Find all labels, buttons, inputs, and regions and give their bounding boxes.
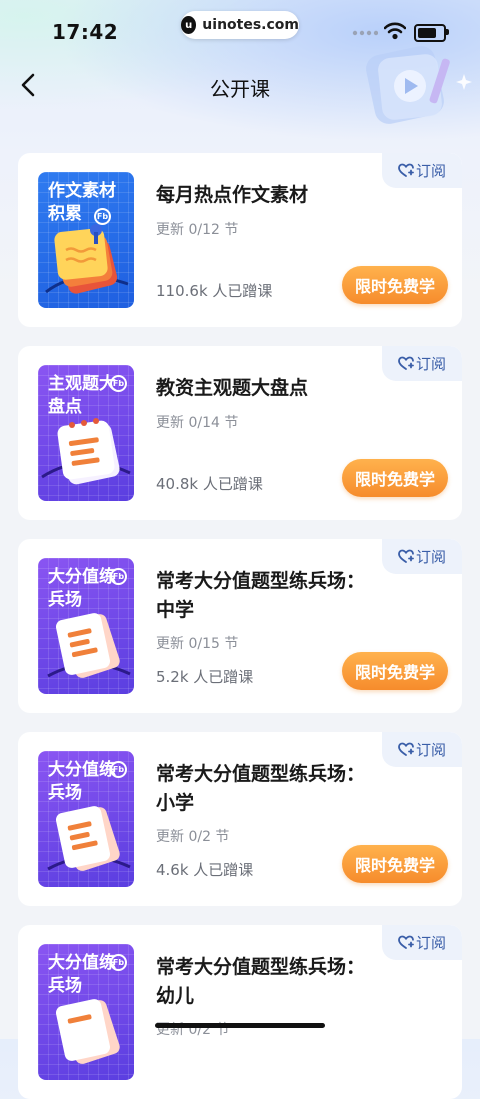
update-progress: 更新 0/2 节 (156, 829, 230, 845)
course-cover[interactable]: 大分值练兵场 Fb (38, 751, 134, 887)
course-cover[interactable]: 作文素材积累 Fb (38, 172, 134, 308)
update-progress: 更新 0/12 节 (156, 222, 239, 238)
course-player-illustration (366, 46, 472, 124)
course-title: 每月热点作文素材 (156, 184, 309, 206)
subscribe-label: 订阅 (415, 162, 446, 180)
student-count: 110.6k 人已蹭课 (156, 282, 273, 300)
update-progress: 更新 0/2 节 (156, 1022, 230, 1038)
course-title: 常考大分值题型练兵场：小学 (156, 763, 366, 814)
notepad-icon (41, 418, 131, 485)
course-card[interactable]: 订阅 作文素材积累 Fb 每月热点作文素材 更新 0/12 节 110.6k 人… (18, 153, 462, 327)
update-progress: 更新 0/14 节 (156, 415, 239, 431)
course-card[interactable]: 订阅 主观题大盘点 Fb 教资主观题大盘点 更新 0/14 节 40.8k 人已… (18, 346, 462, 520)
heart-plus-icon (398, 935, 414, 949)
course-title: 常考大分值题型练兵场：幼儿 (156, 956, 366, 1007)
course-card[interactable]: 订阅 大分值练兵场 Fb 常考大分值题型练兵场：中学 更新 0/15 节 5.2… (18, 539, 462, 713)
subscribe-button[interactable]: 订阅 (382, 925, 462, 960)
student-count: 5.2k 人已蹭课 (156, 668, 254, 686)
free-study-button[interactable]: 限时免费学 (342, 845, 448, 883)
student-count: 4.6k 人已蹭课 (156, 861, 254, 879)
subscribe-button[interactable]: 订阅 (382, 539, 462, 574)
course-title: 常考大分值题型练兵场：中学 (156, 570, 366, 621)
course-card[interactable]: 订阅 大分值练兵场 Fb 常考大分值题型练兵场：小学 更新 0/2 节 4.6k… (18, 732, 462, 906)
subscribe-label: 订阅 (415, 548, 446, 566)
subscribe-label: 订阅 (415, 741, 446, 759)
subscribe-button[interactable]: 订阅 (382, 732, 462, 767)
subscribe-button[interactable]: 订阅 (382, 153, 462, 188)
heart-plus-icon (398, 742, 414, 756)
course-cover[interactable]: 大分值练兵场 Fb (38, 558, 134, 694)
free-study-button[interactable]: 限时免费学 (342, 459, 448, 497)
watermark-text: uinotes.com (202, 17, 299, 33)
watermark-badge: u uinotes.com (181, 11, 299, 39)
subscribe-label: 订阅 (415, 355, 446, 373)
status-time: 17:42 (52, 20, 119, 44)
course-title: 教资主观题大盘点 (156, 377, 309, 399)
papers-icon (55, 999, 120, 1064)
update-progress: 更新 0/15 节 (156, 636, 239, 652)
course-cover[interactable]: 主观题大盘点 Fb (38, 365, 134, 501)
course-card[interactable]: 订阅 大分值练兵场 Fb 常考大分值题型练兵场：幼儿 更新 0/2 节 (18, 925, 462, 1099)
papers-icon (47, 806, 131, 871)
signal-dots-icon (352, 30, 378, 36)
subscribe-label: 订阅 (415, 934, 446, 952)
home-indicator[interactable] (155, 1023, 325, 1028)
heart-plus-icon (398, 549, 414, 563)
battery-tip (446, 29, 449, 35)
student-count: 40.8k 人已蹭课 (156, 475, 263, 493)
heart-plus-icon (398, 356, 414, 370)
free-study-button[interactable]: 限时免费学 (342, 266, 448, 304)
notes-stack-icon (45, 224, 129, 294)
course-cover[interactable]: 大分值练兵场 Fb (38, 944, 134, 1080)
watermark-logo-icon: u (181, 16, 197, 34)
subscribe-button[interactable]: 订阅 (382, 346, 462, 381)
papers-icon (47, 613, 131, 678)
heart-plus-icon (398, 163, 414, 177)
wifi-icon (384, 22, 406, 40)
free-study-button[interactable]: 限时免费学 (342, 652, 448, 690)
